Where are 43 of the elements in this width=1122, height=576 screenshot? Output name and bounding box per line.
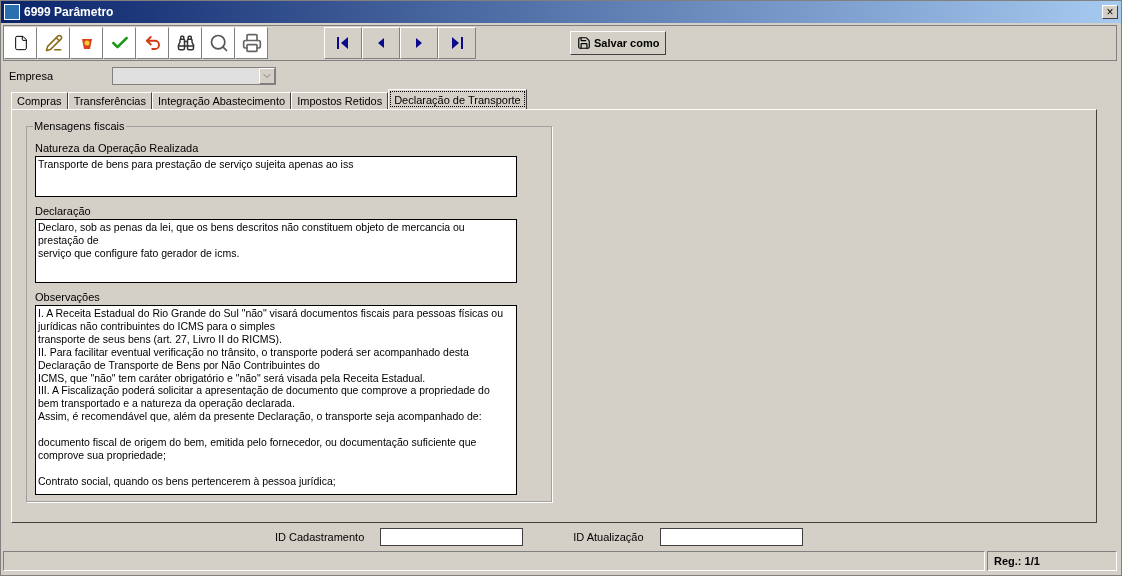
confirm-button[interactable] [103, 27, 136, 59]
app-icon [4, 4, 20, 20]
field-label: Natureza da Operação Realizada [35, 142, 200, 154]
printer-icon [241, 33, 262, 53]
input-field[interactable] [659, 528, 803, 546]
record-counter: Reg.: 1/1 [987, 551, 1117, 571]
tab[interactable]: Compras [11, 92, 68, 109]
delete-button[interactable] [70, 27, 103, 59]
document-icon [12, 35, 29, 51]
binoculars-icon [176, 34, 195, 52]
window-title: 6999 Parâmetro [24, 5, 115, 19]
field-label: Empresa [9, 70, 54, 82]
field-label: ID Cadastramento [275, 531, 365, 543]
last-record-button[interactable] [438, 27, 476, 59]
close-button[interactable]: × [1102, 5, 1118, 19]
text-area[interactable]: Transporte de bens para prestação de serviço sujeita apenas ao iss [35, 156, 517, 197]
print-button[interactable] [235, 27, 268, 59]
search-icon [208, 33, 229, 53]
pencil-icon [44, 34, 63, 52]
save-as-button[interactable]: Salvar como [570, 31, 667, 55]
first-record-button[interactable] [324, 27, 362, 59]
tab[interactable]: Transferências [67, 92, 152, 109]
save-icon [577, 36, 591, 50]
undo-icon [143, 34, 162, 52]
previous-record-button[interactable] [362, 27, 400, 59]
tab[interactable]: Impostos Retidos [291, 92, 389, 109]
text-area[interactable]: Declaro, sob as penas da lei, que os bens descritos não constituem objeto de mercancia ou prestação de serviço que configure fato gerador de icms. [35, 219, 517, 283]
undo-button[interactable] [136, 27, 169, 59]
edit-button[interactable] [37, 27, 70, 59]
field-label: Observações [35, 291, 101, 303]
tab[interactable]: Integração Abastecimento [151, 92, 292, 109]
search-button[interactable] [202, 27, 235, 59]
next-record-button[interactable] [400, 27, 438, 59]
find-button[interactable] [169, 27, 202, 59]
text-area[interactable]: I. A Receita Estadual do Rio Grande do Sul "não" visará documentos fiscais para pessoas físicas ou jurídicas não contribuintes do ICMS para o simples transporte de seus bens (art. 27, Livro II do RICMS). II. Para facilitar eventual verificação no trânsito, o transporte poderá ser acompanhado desta Declaração de Transporte de Bens por Não Contribuintes do ICMS, que "não" tem caráter obrigatório e "não" será visada pela Receita Estadual. III. A Fiscalização poderá solicitar a apresentação de documento que comprove a propriedade do bem transportado e a natureza da operação declarada. Assim, é recomendável que, além da presente Declaração, o transporte seja acompanhado de: documento fiscal de origem do bem, emitida pelo fornecedor, ou documentação suficiente que comprove sua propriedade; Contrato social, quando os bens pertencerem à pessoa jurídica; [35, 305, 517, 495]
tab[interactable]: Declaração de Transporte [388, 89, 527, 109]
field-label: Declaração [35, 205, 92, 217]
first-icon [336, 35, 350, 51]
last-icon [450, 35, 464, 51]
field-label: ID Atualização [573, 531, 644, 543]
group-title: Mensagens fiscais [33, 120, 126, 132]
new-document-button[interactable] [4, 27, 37, 59]
input-field[interactable] [380, 528, 524, 546]
